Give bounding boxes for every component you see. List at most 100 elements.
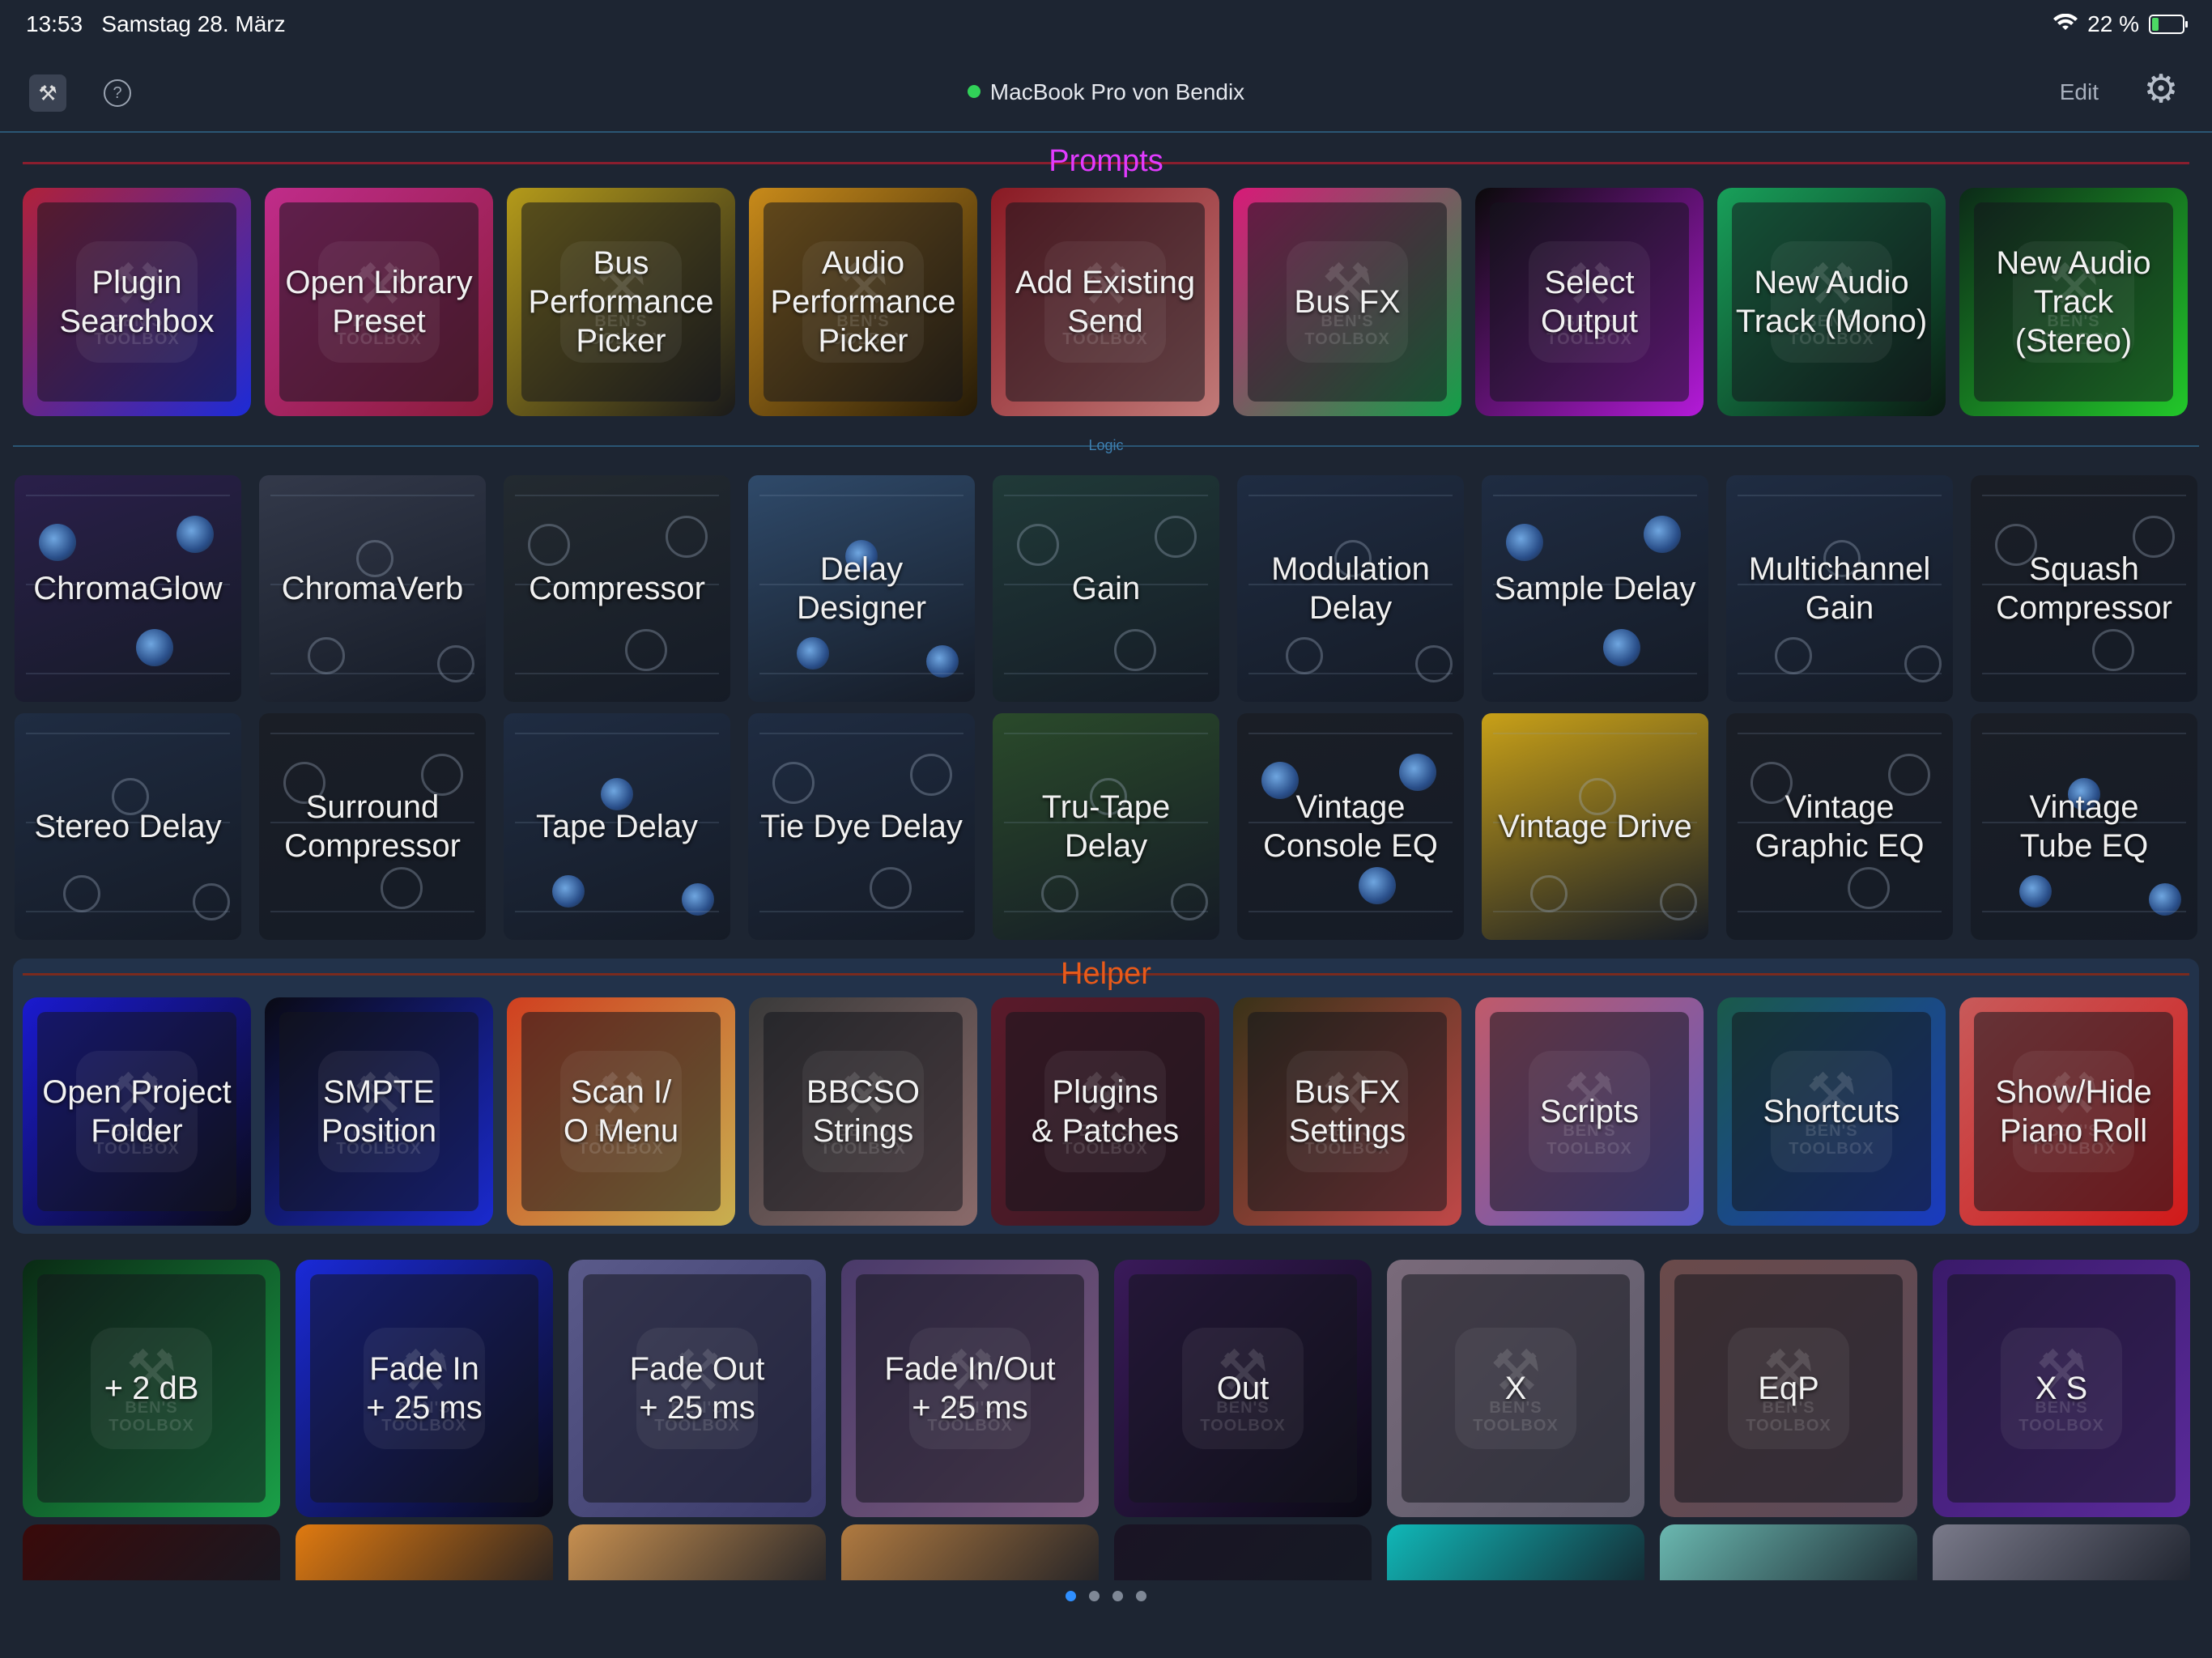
tile-audio-performance-picker[interactable]: ⚒ BEN'S TOOLBOX Audio Performance Picker (749, 188, 977, 416)
plugin-tile-delay-designer[interactable]: Delay Designer (748, 475, 975, 702)
partial-tile[interactable] (568, 1524, 826, 1580)
partial-tile[interactable] (1660, 1524, 1917, 1580)
partial-tile[interactable] (841, 1524, 1099, 1580)
tile-eqp[interactable]: ⚒ BEN'S TOOLBOX EqP (1660, 1260, 1917, 1517)
partial-tile[interactable] (1114, 1524, 1372, 1580)
tile-bbcso-strings[interactable]: ⚒ BEN'S TOOLBOX BBCSO Strings (749, 997, 977, 1226)
partial-tile[interactable] (1387, 1524, 1644, 1580)
page-indicator[interactable] (0, 1591, 2212, 1605)
plugin-tile-vintage-console-eq[interactable]: Vintage Console EQ (1237, 713, 1464, 940)
plugin-ui-line (270, 911, 474, 912)
plugin-tile-surround-compressor[interactable]: Surround Compressor (259, 713, 486, 940)
connection-status-dot (967, 85, 981, 98)
plugin-knob (1603, 629, 1640, 666)
plugin-tile-stereo-delay[interactable]: Stereo Delay (15, 713, 241, 940)
tile-label: New Audio Track (Stereo) (1996, 245, 2151, 359)
tile-fade-in-out-25-ms[interactable]: ⚒ BEN'S TOOLBOX Fade In/Out + 25 ms (841, 1260, 1099, 1517)
tile-fade-out-25-ms[interactable]: ⚒ BEN'S TOOLBOX Fade Out + 25 ms (568, 1260, 826, 1517)
tile-scripts[interactable]: ⚒ BEN'S TOOLBOX Scripts (1475, 997, 1704, 1226)
plugin-ui-line (1004, 495, 1208, 496)
tile-label: Bus Performance Picker (528, 245, 714, 359)
plugin-ui-line (26, 733, 230, 734)
plugin-ui-line (26, 911, 230, 912)
tile-x-s[interactable]: ⚒ BEN'S TOOLBOX X S (1933, 1260, 2190, 1517)
plugin-label: Vintage Console EQ (1263, 789, 1438, 864)
plugin-knob (1017, 524, 1059, 566)
tile-new-audio-track-mono[interactable]: ⚒ BEN'S TOOLBOX New Audio Track (Mono) (1717, 188, 1946, 416)
status-date: Samstag 28. März (101, 11, 286, 36)
tile-add-existing-send[interactable]: ⚒ BEN'S TOOLBOX Add Existing Send (991, 188, 1219, 416)
plugin-ui-line (1738, 733, 1942, 734)
plugin-tile-multichannel-gain[interactable]: Multichannel Gain (1726, 475, 1953, 702)
tile-plugin-searchbox[interactable]: ⚒ BEN'S TOOLBOX Plugin Searchbox (23, 188, 251, 416)
tile-show-hide-piano-roll[interactable]: ⚒ BEN'S TOOLBOX Show/Hide Piano Roll (1959, 997, 2188, 1226)
more-buttons-area[interactable]: ⚒ BEN'S TOOLBOX + 2 dB ⚒ BEN'S TOOLBOX Fade In … (0, 1247, 2212, 1580)
plugin-knob (381, 867, 423, 909)
plugin-knob (1644, 516, 1681, 553)
tile-label: Shortcuts (1763, 1094, 1900, 1129)
gear-icon[interactable]: ⚙ (2142, 70, 2180, 109)
tile-label: Scan I/ O Menu (563, 1074, 679, 1149)
tile-scan-i-o-menu[interactable]: ⚒ BEN'S TOOLBOX Scan I/ O Menu (507, 997, 735, 1226)
plugin-label: Vintage Drive (1498, 809, 1692, 844)
plugin-knob (63, 875, 100, 912)
tile-plugins-patches[interactable]: ⚒ BEN'S TOOLBOX Plugins & Patches (991, 997, 1219, 1226)
tile-fade-in-25-ms[interactable]: ⚒ BEN'S TOOLBOX Fade In + 25 ms (296, 1260, 553, 1517)
tile-x[interactable]: ⚒ BEN'S TOOLBOX X (1387, 1260, 1644, 1517)
plugin-tile-compressor[interactable]: Compressor (504, 475, 730, 702)
page-dot[interactable] (1112, 1591, 1123, 1601)
plugin-tile-gain[interactable]: Gain (993, 475, 1219, 702)
plugin-tile-squash-compressor[interactable]: Squash Compressor (1971, 475, 2197, 702)
plugin-tile-vintage-tube-eq[interactable]: Vintage Tube EQ (1971, 713, 2197, 940)
tile-shortcuts[interactable]: ⚒ BEN'S TOOLBOX Shortcuts (1717, 997, 1946, 1226)
page-dot[interactable] (1136, 1591, 1146, 1601)
plugin-tile-chromaverb[interactable]: ChromaVerb (259, 475, 486, 702)
tile-bus-fx-settings[interactable]: ⚒ BEN'S TOOLBOX Bus FX Settings (1233, 997, 1461, 1226)
plugin-tile-vintage-drive[interactable]: Vintage Drive (1482, 713, 1708, 940)
tile-out[interactable]: ⚒ BEN'S TOOLBOX Out (1114, 1260, 1372, 1517)
plugin-label: Gain (1071, 571, 1141, 606)
plugin-knob (1506, 524, 1543, 561)
tile-bus-performance-picker[interactable]: ⚒ BEN'S TOOLBOX Bus Performance Picker (507, 188, 735, 416)
partial-tile[interactable] (23, 1524, 280, 1580)
plugin-knob (1041, 875, 1078, 912)
plugin-ui-line (1004, 911, 1208, 912)
plugin-knob (870, 867, 912, 909)
edit-button[interactable]: Edit (2060, 79, 2099, 105)
plugin-ui-line (1738, 911, 1942, 912)
tile-label: Scripts (1539, 1094, 1640, 1129)
tile-smpte-position[interactable]: ⚒ BEN'S TOOLBOX SMPTE Position (265, 997, 493, 1226)
plugin-knob (772, 762, 815, 804)
plugin-ui-line (270, 495, 474, 496)
plugin-tile-tru-tape-delay[interactable]: Tru-Tape Delay (993, 713, 1219, 940)
tile-select-output[interactable]: ⚒ BEN'S TOOLBOX Select Output (1475, 188, 1704, 416)
plugin-ui-line (270, 673, 474, 674)
partial-tile[interactable] (296, 1524, 553, 1580)
plugin-ui-line (1493, 495, 1697, 496)
tile-bus-fx[interactable]: ⚒ BEN'S TOOLBOX Bus FX (1233, 188, 1461, 416)
tile-open-project-folder[interactable]: ⚒ BEN'S TOOLBOX Open Project Folder (23, 997, 251, 1226)
plugin-tile-tape-delay[interactable]: Tape Delay (504, 713, 730, 940)
tile-label: SMPTE Position (321, 1074, 437, 1149)
plugin-ui-line (1493, 733, 1697, 734)
plugin-tile-vintage-graphic-eq[interactable]: Vintage Graphic EQ (1726, 713, 1953, 940)
battery-percent: 22 % (2087, 11, 2139, 36)
plugin-ui-line (1982, 733, 2186, 734)
plugin-label: Stereo Delay (34, 809, 222, 844)
tile-label: EqP (1758, 1371, 1819, 1406)
tile-open-library-preset[interactable]: ⚒ BEN'S TOOLBOX Open Library Preset (265, 188, 493, 416)
plugin-knob (39, 524, 76, 561)
plugin-ui-line (515, 495, 719, 496)
partial-tile[interactable] (1933, 1524, 2190, 1580)
tile-label: Add Existing Send (1015, 265, 1196, 339)
plugin-tile-modulation-delay[interactable]: Modulation Delay (1237, 475, 1464, 702)
plugin-knob (1530, 875, 1568, 912)
plugin-tile-sample-delay[interactable]: Sample Delay (1482, 475, 1708, 702)
plugin-knob (1114, 629, 1156, 671)
page-dot[interactable] (1066, 1591, 1076, 1601)
tile-2-db[interactable]: ⚒ BEN'S TOOLBOX + 2 dB (23, 1260, 280, 1517)
plugin-tile-tie-dye-delay[interactable]: Tie Dye Delay (748, 713, 975, 940)
tile-new-audio-track-stereo[interactable]: ⚒ BEN'S TOOLBOX New Audio Track (Stereo) (1959, 188, 2188, 416)
plugin-tile-chromaglow[interactable]: ChromaGlow (15, 475, 241, 702)
page-dot[interactable] (1089, 1591, 1100, 1601)
